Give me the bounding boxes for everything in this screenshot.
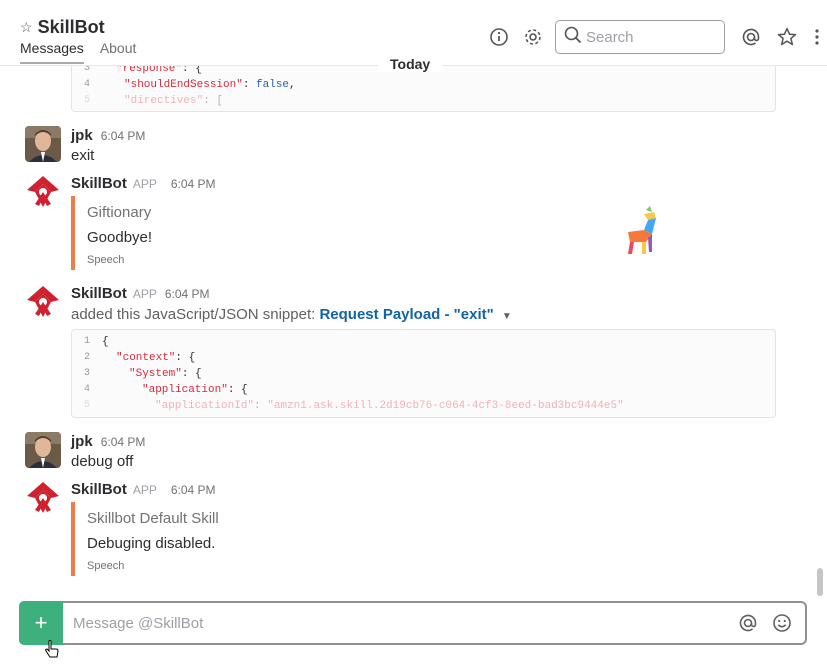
- attachment-body: Goodbye!: [87, 229, 153, 246]
- app-badge: APP: [132, 287, 157, 301]
- code-snippet[interactable]: 1 { 2 "context": { 3 "System": { 4 "appl…: [71, 329, 776, 418]
- channel-title: SkillBot: [37, 17, 105, 37]
- message-meta: jpk 6:04 PM: [71, 433, 145, 450]
- scrollbar[interactable]: [817, 568, 823, 596]
- attachment-title: Skillbot Default Skill: [87, 510, 219, 527]
- sender-name[interactable]: jpk: [71, 127, 93, 144]
- llama-icon: [624, 206, 658, 261]
- at-icon[interactable]: [733, 608, 763, 638]
- avatar[interactable]: [25, 174, 61, 210]
- star-icon[interactable]: ☆: [20, 19, 33, 36]
- hand-cursor-icon: [44, 640, 60, 665]
- message-text: exit: [71, 147, 95, 164]
- info-icon[interactable]: [487, 25, 511, 49]
- timestamp[interactable]: 6:04 PM: [165, 287, 210, 301]
- emoji-icon[interactable]: [767, 608, 797, 638]
- timestamp[interactable]: 6:04 PM: [101, 435, 146, 449]
- message-text: debug off: [71, 453, 134, 470]
- avatar[interactable]: [25, 480, 61, 516]
- mention-icon[interactable]: [739, 25, 763, 49]
- search-icon: [564, 26, 582, 49]
- timestamp[interactable]: 6:04 PM: [101, 129, 146, 143]
- avatar[interactable]: [25, 284, 61, 320]
- code-line: 5 "applicationId": "amzn1.ask.skill.2d19…: [83, 400, 624, 412]
- snippet-header: added this JavaScript/JSON snippet: Requ…: [71, 306, 512, 323]
- starred-items-icon[interactable]: [775, 25, 799, 49]
- code-line: 2 "context": {: [83, 352, 196, 364]
- chevron-down-icon[interactable]: ▼: [502, 311, 512, 322]
- message-meta: SkillBot APP 6:04 PM: [71, 481, 216, 498]
- attachment-footer: Speech: [87, 254, 125, 266]
- code-line: 5 "directives": [: [83, 95, 224, 107]
- sender-name[interactable]: SkillBot: [71, 285, 127, 302]
- message-item: SkillBot APP 6:04 PM Giftionary Goodbye!…: [0, 174, 827, 274]
- more-icon[interactable]: [807, 25, 827, 49]
- timestamp[interactable]: 6:04 PM: [171, 483, 216, 497]
- app-badge: APP: [132, 177, 157, 191]
- message-composer: +: [19, 601, 807, 645]
- snippet-title-link[interactable]: Request Payload - "exit": [319, 306, 493, 323]
- date-divider: Today: [378, 56, 443, 72]
- sender-name[interactable]: jpk: [71, 433, 93, 450]
- message-attachment: Skillbot Default Skill Debuging disabled…: [71, 502, 219, 576]
- message-meta: jpk 6:04 PM: [71, 127, 145, 144]
- message-input[interactable]: [63, 603, 733, 643]
- sender-name[interactable]: SkillBot: [71, 175, 127, 192]
- message-meta: SkillBot APP 6:04 PM: [71, 175, 216, 192]
- attachment-body: Debuging disabled.: [87, 535, 216, 552]
- snippet-intro: added this JavaScript/JSON snippet:: [71, 306, 316, 323]
- add-attachment-button[interactable]: +: [19, 601, 63, 645]
- attachment-footer: Speech: [87, 560, 125, 572]
- attachment-title: Giftionary: [87, 204, 152, 221]
- avatar[interactable]: [25, 432, 61, 468]
- app-badge: APP: [132, 483, 157, 497]
- code-line: 4 "application": {: [83, 384, 248, 396]
- search-placeholder: Search: [586, 28, 634, 46]
- tab-about[interactable]: About: [100, 40, 137, 64]
- message-meta: SkillBot APP 6:04 PM: [71, 285, 210, 302]
- timestamp[interactable]: 6:04 PM: [171, 177, 216, 191]
- code-line: 4 "shouldEndSession": false,: [83, 79, 296, 91]
- title-row: ☆ SkillBot: [20, 17, 105, 38]
- message-item: jpk 6:04 PM exit: [0, 126, 827, 166]
- code-line: 3 "System": {: [83, 368, 202, 380]
- header-actions: Search: [487, 20, 827, 54]
- message-item: SkillBot APP 6:04 PM Skillbot Default Sk…: [0, 480, 827, 580]
- tab-messages[interactable]: Messages: [20, 40, 84, 64]
- gear-icon[interactable]: [521, 25, 545, 49]
- avatar[interactable]: [25, 126, 61, 162]
- search-input[interactable]: Search: [555, 20, 725, 54]
- header-tabs: Messages About: [20, 40, 152, 64]
- sender-name[interactable]: SkillBot: [71, 481, 127, 498]
- code-line: 1 {: [83, 336, 109, 348]
- message-attachment: Giftionary Goodbye! Speech: [71, 196, 152, 270]
- message-item: jpk 6:04 PM debug off: [0, 432, 827, 472]
